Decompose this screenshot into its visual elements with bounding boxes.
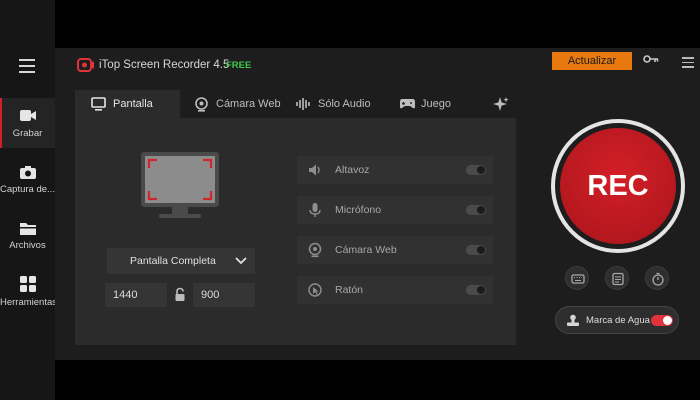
webcam-toggle[interactable] xyxy=(466,245,486,255)
sidebar-item-files[interactable]: Archivos xyxy=(0,218,55,268)
sidebar-item-label: Captura de... xyxy=(0,184,55,195)
speaker-toggle[interactable] xyxy=(466,165,486,175)
watermark-control[interactable]: Marca de Agua xyxy=(555,306,679,334)
option-mouse[interactable]: Ratón xyxy=(297,276,493,304)
sidebar-item-label: Grabar xyxy=(12,128,43,139)
microphone-toggle[interactable] xyxy=(466,205,486,215)
sidebar-item-label: Archivos xyxy=(9,240,46,251)
tab-game[interactable]: Juego xyxy=(387,90,477,118)
tab-audio-only[interactable]: Sólo Audio xyxy=(284,90,387,118)
sidebar-item-tools[interactable]: Herramientas xyxy=(0,274,55,324)
tab-label: Pantalla xyxy=(113,98,153,110)
tab-label: Juego xyxy=(421,98,451,110)
watermark-stamp-icon xyxy=(567,314,579,326)
notes-button[interactable] xyxy=(605,266,629,290)
screenshot-icon xyxy=(19,166,36,179)
lock-icon[interactable] xyxy=(174,287,186,302)
capture-mode-dropdown[interactable]: Pantalla Completa xyxy=(107,248,255,274)
timer-icon xyxy=(652,272,664,286)
free-badge: FREE xyxy=(226,60,252,71)
sidebar-item-screenshot[interactable]: Captura de... xyxy=(0,162,55,212)
monitor-preview-icon xyxy=(141,152,219,218)
mode-tabs: Pantalla Cámara Web Sólo Audio Juego xyxy=(75,90,516,118)
timer-button[interactable] xyxy=(645,266,669,290)
tools-grid-icon xyxy=(19,276,36,292)
option-label: Ratón xyxy=(335,284,364,296)
option-label: Altavoz xyxy=(335,164,370,176)
mouse-pointer-icon xyxy=(308,283,322,297)
option-speaker[interactable]: Altavoz xyxy=(297,156,493,184)
webcam-icon xyxy=(308,242,322,258)
upgrade-button[interactable]: Actualizar xyxy=(552,52,632,70)
option-webcam[interactable]: Cámara Web xyxy=(297,236,493,264)
microphone-icon xyxy=(309,203,321,217)
menu-icon[interactable] xyxy=(19,59,35,73)
width-input[interactable]: 1440 xyxy=(105,283,167,307)
mouse-toggle[interactable] xyxy=(466,285,486,295)
app-logo-icon xyxy=(77,58,94,72)
watermark-toggle[interactable] xyxy=(651,315,673,326)
sidebar: Grabar Captura de... Archivos Herramient… xyxy=(0,0,55,400)
keyboard-shortcut-button[interactable] xyxy=(565,266,589,290)
camera-record-icon xyxy=(19,110,36,121)
record-button-face: REC xyxy=(560,128,676,244)
screen-settings-panel: Pantalla Completa 1440 900 Altavoz Micró… xyxy=(75,118,516,345)
height-input[interactable]: 900 xyxy=(193,283,255,307)
app-title: iTop Screen Recorder 4.5 xyxy=(99,59,230,71)
watermark-label: Marca de Agua xyxy=(586,315,650,326)
notes-icon xyxy=(612,272,624,286)
tab-webcam[interactable]: Cámara Web xyxy=(180,90,284,118)
title-bar: iTop Screen Recorder 4.5 FREE Actualizar xyxy=(55,48,700,84)
sparkle-icon[interactable] xyxy=(492,96,510,112)
tab-screen[interactable]: Pantalla xyxy=(75,90,180,118)
sidebar-item-label: Herramientas xyxy=(0,297,55,308)
folder-icon xyxy=(19,223,36,235)
record-button[interactable]: REC xyxy=(551,119,685,253)
capture-mode-value: Pantalla Completa xyxy=(130,255,216,267)
gamepad-icon xyxy=(400,99,415,109)
main-window: iTop Screen Recorder 4.5 FREE Actualizar… xyxy=(55,48,700,360)
webcam-icon xyxy=(195,97,208,112)
key-icon[interactable] xyxy=(643,54,659,64)
record-label: REC xyxy=(587,170,649,202)
tab-label: Cámara Web xyxy=(216,98,281,110)
option-label: Micrófono xyxy=(335,204,382,216)
window-menu-icon[interactable] xyxy=(682,57,694,71)
speaker-icon xyxy=(309,164,320,176)
tab-label: Sólo Audio xyxy=(318,98,371,110)
audio-wave-icon xyxy=(296,98,310,110)
option-label: Cámara Web xyxy=(335,244,397,256)
sidebar-item-record[interactable]: Grabar xyxy=(0,98,55,148)
monitor-icon xyxy=(91,97,106,111)
keyboard-icon xyxy=(571,274,585,284)
option-microphone[interactable]: Micrófono xyxy=(297,196,493,224)
chevron-down-icon xyxy=(235,257,247,265)
